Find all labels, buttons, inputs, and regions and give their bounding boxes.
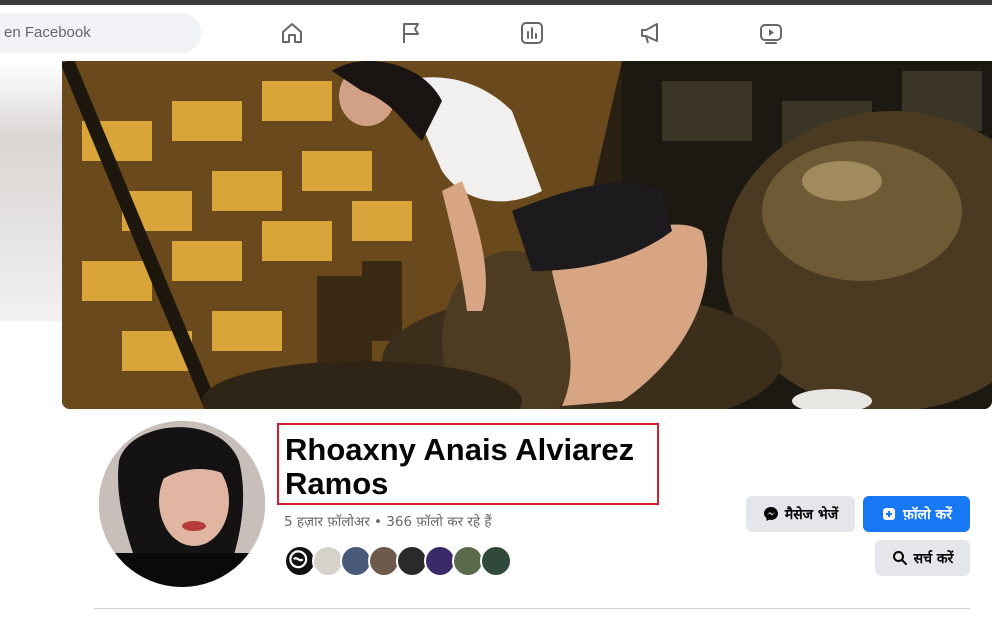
- search-icon: [892, 551, 907, 565]
- stats-icon[interactable]: [518, 19, 546, 47]
- friend-avatar[interactable]: [480, 545, 512, 577]
- home-icon[interactable]: [278, 19, 306, 47]
- search-button-label: सर्च करें: [913, 550, 954, 567]
- megaphone-icon[interactable]: [637, 19, 665, 47]
- friend-avatars: [284, 545, 516, 577]
- profile-picture[interactable]: [97, 419, 267, 589]
- cover-photo[interactable]: [62, 61, 992, 409]
- follow-button[interactable]: फ़ॉलो करें: [863, 496, 970, 532]
- message-button[interactable]: मैसेज भेजें: [746, 496, 855, 532]
- profile-search-button[interactable]: सर्च करें: [875, 540, 970, 576]
- search-box[interactable]: en Facebook: [0, 13, 201, 53]
- messenger-icon: [763, 507, 778, 521]
- left-background-fade: [0, 61, 62, 321]
- video-icon[interactable]: [757, 19, 785, 47]
- message-button-label: मैसेज भेजें: [784, 506, 839, 523]
- section-divider: [94, 608, 970, 609]
- follow-button-label: फ़ॉलो करें: [903, 506, 952, 523]
- top-navbar: en Facebook: [0, 5, 992, 61]
- search-input[interactable]: en Facebook: [4, 24, 91, 41]
- follow-icon: [883, 508, 896, 520]
- profile-name: Rhoaxny Anais Alviarez Ramos: [285, 432, 635, 501]
- flag-icon[interactable]: [398, 19, 426, 47]
- follower-stats[interactable]: 5 हज़ार फ़ॉलोअर • 366 फ़ॉलो कर रहे हैं: [284, 512, 492, 530]
- name-highlight-box: Rhoaxny Anais Alviarez Ramos: [277, 423, 659, 505]
